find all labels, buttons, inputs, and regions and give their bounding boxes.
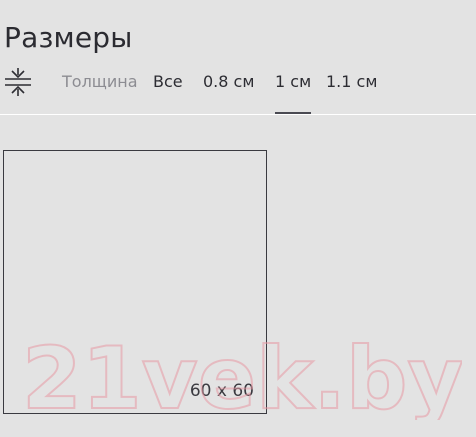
section-title: Размеры: [4, 20, 133, 54]
filter-option-all[interactable]: Все: [153, 72, 183, 91]
filter-option-1-1[interactable]: 1.1 см: [326, 72, 377, 91]
tile-size-label: 60 x 60: [189, 381, 254, 401]
filter-option-1[interactable]: 1 см: [275, 72, 312, 115]
thickness-icon: [5, 68, 31, 96]
thickness-filter: Толщина Все 0.8 см 1 см 1.1 см: [0, 62, 476, 115]
filter-option-0-8[interactable]: 0.8 см: [203, 72, 254, 91]
filter-label: Толщина: [62, 72, 138, 91]
tile-size-card[interactable]: 60 x 60: [3, 150, 267, 414]
divider: [0, 114, 476, 115]
